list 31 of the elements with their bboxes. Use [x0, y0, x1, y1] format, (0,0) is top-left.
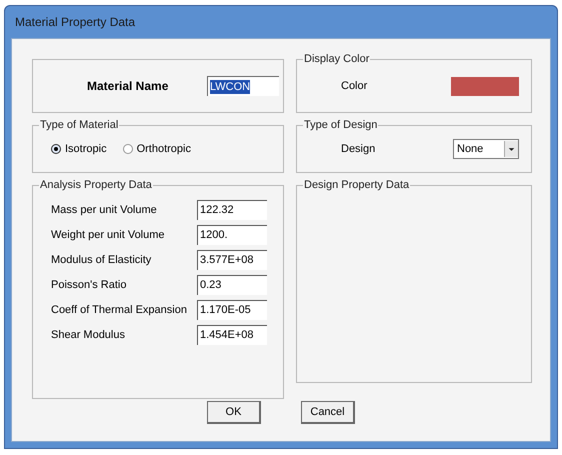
group-title: Analysis Property Data — [39, 178, 153, 192]
design-dropdown[interactable]: None — [453, 139, 519, 159]
dialog-button[interactable]: OK — [207, 401, 261, 424]
group-title: Display Color — [303, 52, 370, 66]
property-field[interactable]: 0.23 — [197, 275, 267, 295]
property-label: Mass per unit Volume — [51, 202, 158, 218]
property-label: Weight per unit Volume — [51, 228, 166, 243]
group-title: Type of Material — [39, 118, 120, 132]
property-label: Poisson's Ratio — [51, 278, 128, 293]
design-label: Design — [341, 142, 376, 157]
radio-button[interactable] — [51, 144, 61, 154]
property-field[interactable]: 3.577E+08 — [197, 250, 267, 270]
property-label: Modulus of Elasticity — [51, 252, 152, 268]
radio-label: Orthotropic — [136, 142, 191, 157]
group-title: Type of Design — [303, 118, 378, 132]
property-label: Shear Modulus — [51, 328, 126, 343]
property-label: Coeff of Thermal Expansion — [51, 302, 188, 318]
material-name-label: Material Name — [87, 78, 170, 95]
material-name-field[interactable]: LWCON — [207, 76, 279, 96]
property-field[interactable]: 1.170E-05 — [197, 300, 267, 320]
material-name-value: LWCON — [210, 80, 250, 94]
color-swatch[interactable] — [451, 76, 519, 96]
property-field[interactable]: 1.454E+08 — [197, 325, 267, 345]
radio-button[interactable] — [122, 144, 133, 154]
property-field[interactable]: 1200. — [197, 225, 267, 245]
dialog-button[interactable]: Cancel — [301, 401, 355, 424]
group-title: Design Property Data — [303, 178, 410, 192]
color-label: Color — [341, 78, 368, 94]
radio-label: Isotropic — [65, 142, 107, 157]
window-title: Material Property Data — [14, 14, 136, 31]
property-field[interactable]: 122.32 — [197, 200, 267, 220]
